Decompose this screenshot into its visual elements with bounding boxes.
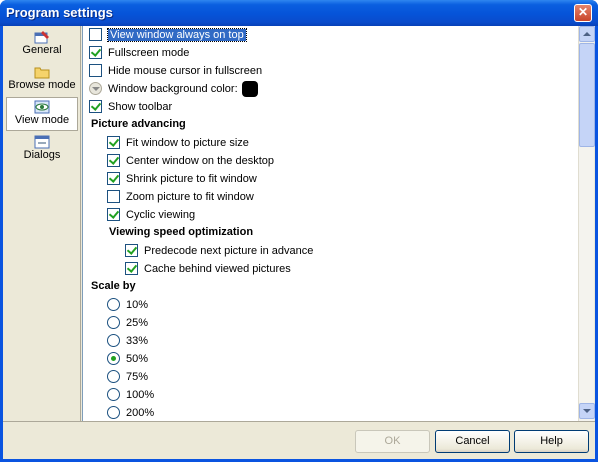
scale-radio[interactable] [107, 298, 120, 311]
client-area: General Browse mode View mode Dialogs Vi… [3, 26, 595, 459]
option-label: 100% [126, 388, 155, 401]
option-label: Show toolbar [108, 100, 173, 113]
cancel-button[interactable]: Cancel [435, 430, 510, 453]
scale-option[interactable]: 25% [107, 314, 148, 331]
cache-checkbox[interactable] [125, 262, 138, 275]
scale-radio[interactable] [107, 352, 120, 365]
option-label: 33% [126, 334, 149, 347]
cache-option[interactable]: Cache behind viewed pictures [125, 260, 291, 277]
vertical-scrollbar[interactable] [578, 26, 595, 421]
always-on-top-checkbox[interactable] [89, 28, 102, 41]
folder-icon [34, 67, 50, 79]
scale-option[interactable]: 100% [107, 386, 154, 403]
scale-option[interactable]: 50% [107, 350, 148, 367]
show-toolbar-option[interactable]: Show toolbar [89, 98, 172, 115]
title-bar[interactable]: Program settings ✕ [0, 0, 598, 26]
picture-advancing-header: Picture advancing [91, 118, 186, 130]
predecode-checkbox[interactable] [125, 244, 138, 257]
fit-window-option[interactable]: Fit window to picture size [107, 134, 249, 151]
option-label: Fullscreen mode [108, 46, 190, 59]
chevron-up-icon [583, 32, 591, 36]
fullscreen-checkbox[interactable] [89, 46, 102, 59]
predecode-option[interactable]: Predecode next picture in advance [125, 242, 313, 259]
settings-content: View window always on top Fullscreen mod… [82, 26, 578, 421]
scale-option[interactable]: 33% [107, 332, 148, 349]
sidebar-item-dialogs[interactable]: Dialogs [6, 133, 78, 167]
dialog-window-icon [34, 135, 50, 149]
option-label: View window always on top [107, 27, 247, 42]
general-settings-icon [34, 31, 49, 44]
window-title: Program settings [6, 5, 113, 20]
scale-radio[interactable] [107, 316, 120, 329]
cyclic-viewing-option[interactable]: Cyclic viewing [107, 206, 195, 223]
fullscreen-option[interactable]: Fullscreen mode [89, 44, 189, 61]
center-window-option[interactable]: Center window on the desktop [107, 152, 274, 169]
color-swatch[interactable] [241, 80, 258, 97]
scroll-thumb[interactable] [579, 43, 595, 147]
sidebar-item-label: Browse mode [8, 79, 76, 91]
settings-sidebar: General Browse mode View mode Dialogs [3, 26, 81, 421]
option-label: 200% [126, 406, 155, 419]
help-button[interactable]: Help [514, 430, 589, 453]
show-toolbar-checkbox[interactable] [89, 100, 102, 113]
dialog-footer: OK Cancel Help [3, 421, 595, 459]
color-dropdown-icon[interactable] [89, 82, 102, 95]
sidebar-item-general[interactable]: General [6, 28, 78, 62]
shrink-picture-checkbox[interactable] [107, 172, 120, 185]
option-label: Fit window to picture size [126, 136, 249, 149]
cyclic-viewing-checkbox[interactable] [107, 208, 120, 221]
option-label: Cyclic viewing [126, 208, 196, 221]
background-color-option[interactable]: Window background color: [89, 80, 258, 97]
hide-cursor-option[interactable]: Hide mouse cursor in fullscreen [89, 62, 262, 79]
option-label: 50% [126, 352, 149, 365]
zoom-picture-checkbox[interactable] [107, 190, 120, 203]
ok-button[interactable]: OK [355, 430, 430, 453]
center-window-checkbox[interactable] [107, 154, 120, 167]
option-label: Window background color: [108, 82, 238, 95]
scroll-up-button[interactable] [579, 26, 595, 42]
scale-option[interactable]: 200% [107, 404, 154, 421]
always-on-top-option[interactable]: View window always on top [89, 26, 247, 43]
option-label: 75% [126, 370, 149, 383]
option-label: Zoom picture to fit window [126, 190, 254, 203]
shrink-picture-option[interactable]: Shrink picture to fit window [107, 170, 257, 187]
scale-option[interactable]: 10% [107, 296, 148, 313]
eye-icon [34, 100, 50, 114]
hide-cursor-checkbox[interactable] [89, 64, 102, 77]
sidebar-item-label: Dialogs [23, 149, 61, 161]
sidebar-item-view-mode[interactable]: View mode [6, 97, 78, 131]
scroll-down-button[interactable] [579, 403, 595, 419]
scale-radio[interactable] [107, 370, 120, 383]
settings-window: Program settings ✕ General Browse mode V… [0, 0, 598, 462]
sidebar-item-label: General [22, 44, 62, 56]
scale-radio[interactable] [107, 388, 120, 401]
scale-radio[interactable] [107, 406, 120, 419]
zoom-picture-option[interactable]: Zoom picture to fit window [107, 188, 254, 205]
option-label: 10% [126, 298, 149, 311]
scale-by-header: Scale by [91, 280, 136, 292]
scale-option[interactable]: 75% [107, 368, 148, 385]
option-label: Center window on the desktop [126, 154, 274, 167]
viewing-speed-header: Viewing speed optimization [109, 226, 254, 238]
option-label: Cache behind viewed pictures [144, 262, 291, 275]
fit-window-checkbox[interactable] [107, 136, 120, 149]
option-label: 25% [126, 316, 149, 329]
scale-radio[interactable] [107, 334, 120, 347]
close-icon: ✕ [577, 5, 589, 19]
close-button[interactable]: ✕ [574, 4, 592, 22]
option-label: Shrink picture to fit window [126, 172, 257, 185]
option-label: Predecode next picture in advance [144, 244, 314, 257]
option-label: Hide mouse cursor in fullscreen [108, 64, 263, 77]
sidebar-item-label: View mode [14, 114, 70, 126]
chevron-down-icon [583, 409, 591, 413]
sidebar-item-browse-mode[interactable]: Browse mode [6, 63, 78, 97]
